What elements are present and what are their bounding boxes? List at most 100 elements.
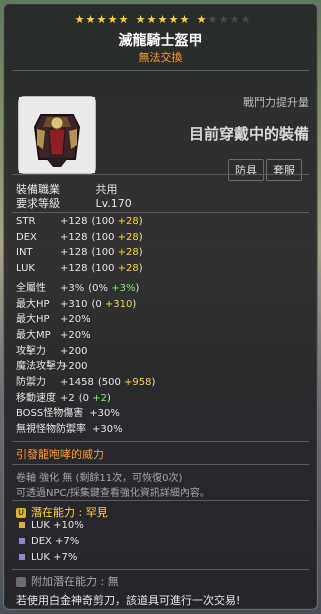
stat-base: (0 bbox=[78, 392, 90, 404]
stat-close: ) bbox=[151, 377, 156, 388]
stat-bonus: +3% bbox=[111, 282, 136, 294]
stat-close: ) bbox=[132, 298, 137, 310]
unique-potential-icon: U bbox=[16, 508, 26, 518]
star-icon: ★ bbox=[207, 13, 218, 26]
stat-name: 防禦力 bbox=[16, 377, 46, 388]
stat-value: +200 bbox=[60, 361, 88, 373]
tab-set[interactable]: 套服 bbox=[266, 159, 302, 181]
stat-close: ) bbox=[138, 247, 143, 259]
item-icon-box bbox=[18, 96, 96, 174]
stat-value: +3% bbox=[60, 282, 85, 294]
stat-row: 最大MP +20% bbox=[16, 326, 91, 341]
stat-name: 全屬性 bbox=[16, 282, 46, 294]
stat-name: 最大HP bbox=[16, 298, 50, 310]
stat-name: DEX bbox=[16, 231, 37, 243]
required-level-value: Lv.170 bbox=[95, 197, 132, 210]
divider bbox=[12, 212, 309, 213]
stat-row: 全屬性 +3% (0% +3%) bbox=[16, 279, 140, 294]
potential-text: DEX +7% bbox=[31, 536, 80, 547]
stat-row: DEX +128 (100 +28) bbox=[16, 232, 143, 246]
additional-potential: 附加潛在能力 : 無 bbox=[16, 573, 119, 588]
stat-value: +128 bbox=[60, 231, 88, 243]
stat-value: +1458 bbox=[60, 377, 94, 388]
potential-bullet-icon bbox=[19, 522, 25, 528]
stat-row: STR +128 (100 +28) bbox=[16, 216, 143, 230]
potential-line: DEX +7% bbox=[16, 536, 79, 550]
stat-name: INT bbox=[16, 247, 33, 259]
divider bbox=[12, 70, 309, 71]
stat-close: ) bbox=[138, 216, 143, 227]
stat-value: +128 bbox=[60, 247, 88, 259]
stat-name: 魔法攻擊力 bbox=[16, 361, 66, 373]
stat-name: LUK bbox=[16, 263, 35, 275]
required-job: 裝備職業 共用 bbox=[16, 181, 118, 196]
stat-value: +310 bbox=[60, 298, 88, 310]
upgrade-hint: 可透過NPC/採集鍵查看強化資訊詳細內容。 bbox=[16, 488, 210, 499]
stat-row: 攻擊力 +200 bbox=[16, 342, 88, 357]
potential-text: LUK +10% bbox=[31, 520, 84, 531]
stat-name: 攻擊力 bbox=[16, 345, 46, 357]
star-icon: ★ bbox=[146, 13, 157, 26]
star-icon: ★ bbox=[168, 13, 179, 26]
star-icon: ★ bbox=[157, 13, 168, 26]
divider bbox=[12, 441, 309, 442]
star-icon: ★ bbox=[229, 13, 240, 26]
stat-value: +20% bbox=[60, 314, 91, 326]
stat-base: (100 bbox=[91, 216, 115, 227]
stat-value: +2 bbox=[60, 392, 75, 404]
stat-bonus: +28 bbox=[117, 263, 139, 275]
stat-base: (0 bbox=[91, 298, 102, 310]
star-icon: ★ bbox=[118, 13, 129, 26]
star-force-rating: ★ ★ ★ ★ ★ ★ ★ ★ ★ ★ ★ ★ ★ ★ ★ bbox=[74, 14, 251, 28]
upgrade-info: 卷軸 強化 無 (剩餘11次，可恢復0次) bbox=[16, 473, 183, 484]
star-icon: ★ bbox=[218, 13, 229, 26]
stat-close: ) bbox=[135, 282, 140, 294]
stat-value: +20% bbox=[60, 329, 91, 341]
stat-name: BOSS怪物傷害 bbox=[16, 408, 84, 420]
star-icon: ★ bbox=[85, 13, 96, 26]
stat-bonus: +28 bbox=[117, 216, 139, 227]
stat-bonus: +958 bbox=[124, 377, 152, 388]
item-tooltip: ★ ★ ★ ★ ★ ★ ★ ★ ★ ★ ★ ★ ★ ★ ★ 滅龍騎士盔甲 無法交換 戰鬥力提升量 目前穿戴中… bbox=[3, 3, 318, 610]
star-icon: ★ bbox=[74, 13, 85, 26]
stat-bonus: +28 bbox=[117, 231, 139, 243]
divider bbox=[12, 174, 309, 175]
required-level: 要求等級 Lv.170 bbox=[16, 195, 132, 210]
tab-armor[interactable]: 防具 bbox=[228, 159, 264, 181]
star-icon: ★ bbox=[196, 13, 207, 26]
potential-label: 潛在能力 : 罕見 bbox=[31, 506, 108, 519]
armor-icon bbox=[19, 97, 95, 173]
stat-name: 無視怪物防禦率 bbox=[16, 424, 86, 436]
stat-base: (0% bbox=[88, 282, 109, 294]
stat-bonus: +2 bbox=[92, 392, 107, 404]
potential-header: U 潛在能力 : 罕見 bbox=[16, 504, 108, 519]
required-level-label: 要求等級 bbox=[16, 197, 60, 210]
star-icon: ★ bbox=[96, 13, 107, 26]
divider bbox=[12, 569, 309, 570]
stat-row: 最大HP +20% bbox=[16, 310, 91, 326]
stat-name: STR bbox=[16, 216, 36, 227]
trade-status: 無法交換 bbox=[138, 51, 183, 64]
combat-power-label: 戰鬥力提升量 bbox=[243, 96, 309, 109]
star-icon: ★ bbox=[240, 13, 251, 26]
star-icon: ★ bbox=[135, 13, 146, 26]
stat-row: 魔法攻擊力+200 bbox=[16, 357, 88, 373]
item-category-tabs: 防具 套服 bbox=[228, 159, 302, 181]
stat-name: 最大MP bbox=[16, 329, 51, 341]
stat-row: 最大HP +310 (0 +310) bbox=[16, 295, 137, 310]
stat-bonus: +28 bbox=[117, 247, 139, 259]
potential-text: LUK +7% bbox=[31, 552, 78, 563]
stat-row: LUK +128 (100 +28) bbox=[16, 263, 143, 277]
stat-value: +30% bbox=[89, 408, 120, 420]
potential-line: LUK +7% bbox=[16, 552, 77, 566]
stat-row: 防禦力 +1458 (500 +958) bbox=[16, 373, 156, 388]
stat-row: 無視怪物防禦率 +30% bbox=[16, 420, 123, 436]
stat-value: +200 bbox=[60, 345, 88, 357]
stat-bonus: +310 bbox=[104, 298, 133, 310]
stat-value: +128 bbox=[60, 263, 88, 275]
stat-row: 移動速度 +2 (0 +2) bbox=[16, 389, 111, 404]
divider bbox=[12, 464, 309, 465]
potential-line: LUK +10% bbox=[16, 520, 84, 534]
potential-bullet-icon bbox=[19, 554, 25, 560]
divider bbox=[12, 500, 309, 501]
